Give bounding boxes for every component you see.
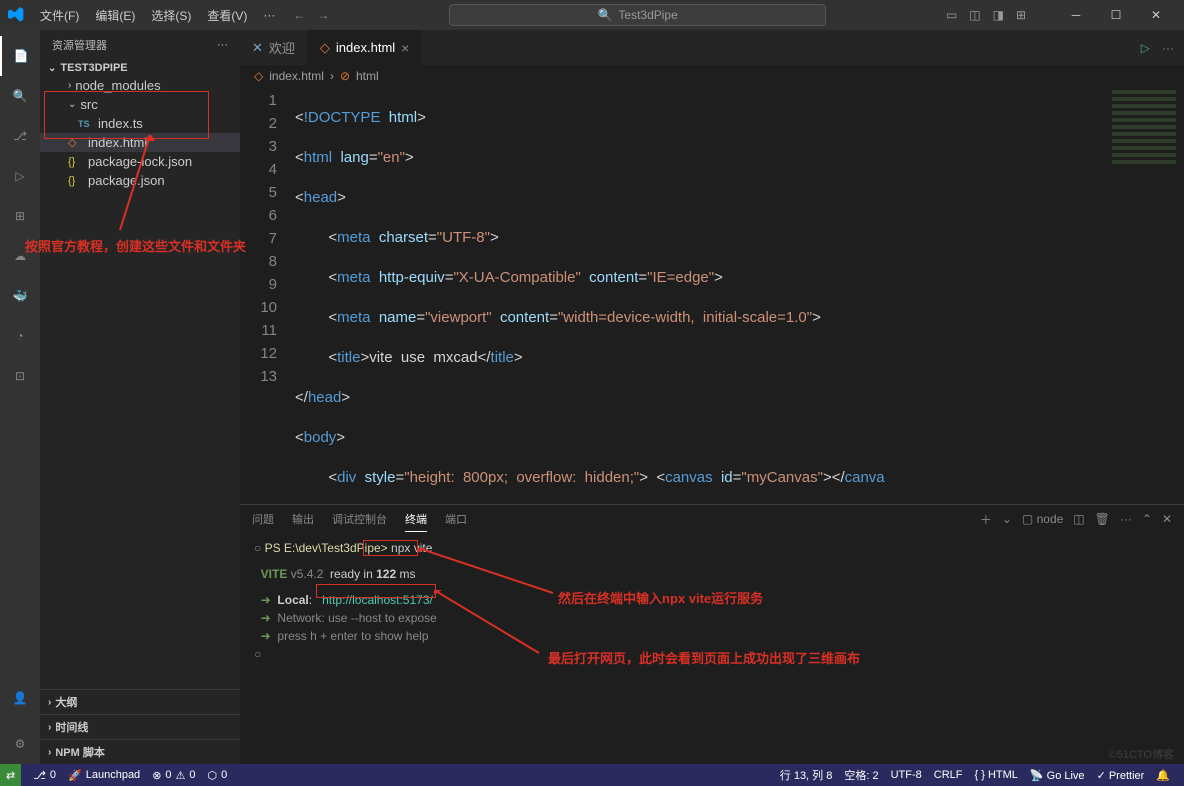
panel-tab-terminal[interactable]: 终端 <box>405 507 427 532</box>
layout-icon-3[interactable]: ◨ <box>993 8 1004 22</box>
code-editor[interactable]: 12345678910111213 <!DOCTYPE html> <html … <box>240 87 1184 504</box>
sb-eol[interactable]: CRLF <box>928 767 969 783</box>
maximize-button[interactable]: ☐ <box>1096 0 1136 30</box>
split-terminal-icon[interactable]: ◫ <box>1073 512 1084 526</box>
sidebar-more-icon[interactable]: ··· <box>217 39 228 51</box>
title-bar: 文件(F) 编辑(E) 选择(S) 查看(V) ··· ← → 🔍Test3dP… <box>0 0 1184 30</box>
play-icon[interactable]: ▷ <box>1141 41 1150 55</box>
sb-position[interactable]: 行 13, 列 8 <box>774 767 839 783</box>
project-header[interactable]: ⌄TEST3DPIPE <box>40 60 240 76</box>
menu-selection[interactable]: 选择(S) <box>143 0 199 30</box>
nav-back[interactable]: ← <box>293 8 305 22</box>
activity-test[interactable]: ◔ <box>0 316 40 356</box>
file-index-html[interactable]: ◇index.html <box>40 133 240 152</box>
panel-tab-ports[interactable]: 端口 <box>445 507 467 531</box>
tab-more-icon[interactable]: ··· <box>1162 41 1174 55</box>
remote-button[interactable]: ⇄ <box>0 764 21 786</box>
trash-icon[interactable]: 🗑 <box>1095 512 1110 526</box>
sb-encoding[interactable]: UTF-8 <box>885 767 928 783</box>
activity-search[interactable]: 🔍 <box>0 76 40 116</box>
menu-more[interactable]: ··· <box>255 0 283 30</box>
menu-edit[interactable]: 编辑(E) <box>87 0 143 30</box>
section-npm[interactable]: ›NPM 脚本 <box>40 739 240 764</box>
close-panel-icon[interactable]: ✕ <box>1162 512 1172 526</box>
activity-scm[interactable]: ⎇ <box>0 116 40 156</box>
file-package-lock[interactable]: {}package-lock.json <box>40 152 240 171</box>
menu-view[interactable]: 查看(V) <box>199 0 255 30</box>
file-node-modules[interactable]: ›node_modules <box>40 76 240 95</box>
sb-launchpad[interactable]: 🚀Launchpad <box>62 769 146 782</box>
activity-other[interactable]: ⊡ <box>0 356 40 396</box>
activity-extensions[interactable]: ⊞ <box>0 196 40 236</box>
activity-run[interactable]: ▷ <box>0 156 40 196</box>
sb-language[interactable]: { } HTML <box>968 767 1023 783</box>
sb-notifications[interactable]: 🔔 <box>1150 767 1176 783</box>
sb-spaces[interactable]: 空格: 2 <box>838 767 884 783</box>
editor-area: ✕欢迎 ◇index.html× ▷ ··· ◇index.html › ⊘ht… <box>240 30 1184 764</box>
sb-ports[interactable]: ⬡0 <box>202 769 234 782</box>
file-index-ts[interactable]: TSindex.ts <box>40 114 240 133</box>
tab-index-html[interactable]: ◇index.html× <box>308 30 422 65</box>
sb-branch[interactable]: ⎇0 <box>27 769 62 782</box>
sb-prettier[interactable]: ✓ Prettier <box>1091 767 1151 783</box>
close-icon[interactable]: × <box>401 40 409 56</box>
sb-errors[interactable]: ⊗0 ⚠0 <box>146 769 201 782</box>
terminal-shell[interactable]: ▢ node <box>1022 512 1063 526</box>
layout-icon-2[interactable]: ◫ <box>969 8 980 22</box>
terminal[interactable]: ○ PS E:\dev\Test3dPipe> npx vite VITE v5… <box>240 533 1184 764</box>
panel-tab-debug[interactable]: 调试控制台 <box>332 507 387 531</box>
maximize-panel-icon[interactable]: ⌃ <box>1142 512 1152 526</box>
activity-docker[interactable]: 🐳 <box>0 276 40 316</box>
search-text: Test3dPipe <box>618 8 677 22</box>
sb-golive[interactable]: 📡 Go Live <box>1024 767 1091 783</box>
gutter: 12345678910111213 <box>240 87 295 504</box>
status-bar: ⇄ ⎇0 🚀Launchpad ⊗0 ⚠0 ⬡0 行 13, 列 8 空格: 2… <box>0 764 1184 786</box>
section-outline[interactable]: ›大纲 <box>40 689 240 714</box>
file-src[interactable]: ⌄src <box>40 95 240 114</box>
editor-tabs: ✕欢迎 ◇index.html× ▷ ··· <box>240 30 1184 65</box>
panel-tab-problems[interactable]: 问题 <box>252 507 274 531</box>
vscode-icon <box>8 7 24 23</box>
activity-bar: 📄 🔍 ⎇ ▷ ⊞ ☁ 🐳 ◔ ⊡ 👤 ⚙ <box>0 30 40 764</box>
activity-explorer[interactable]: 📄 <box>0 36 40 76</box>
activity-account[interactable]: 👤 <box>0 678 40 718</box>
sidebar-title: 资源管理器 <box>52 37 107 53</box>
file-package-json[interactable]: {}package.json <box>40 171 240 190</box>
panel: 问题 输出 调试控制台 终端 端口 ＋⌄ ▢ node ◫ 🗑 ··· ⌃ ✕ … <box>240 504 1184 764</box>
panel-more-icon[interactable]: ··· <box>1120 512 1132 526</box>
watermark: ©51CTO博客 <box>1109 746 1174 762</box>
section-timeline[interactable]: ›时间线 <box>40 714 240 739</box>
sidebar: 资源管理器 ··· ⌄TEST3DPIPE ›node_modules ⌄src… <box>40 30 240 764</box>
activity-settings[interactable]: ⚙ <box>0 724 40 764</box>
code-content[interactable]: <!DOCTYPE html> <html lang="en"> <head> … <box>295 87 1184 504</box>
menu-file[interactable]: 文件(F) <box>32 0 87 30</box>
layout-icon-1[interactable]: ▭ <box>946 8 957 22</box>
layout-icon-4[interactable]: ⊞ <box>1016 8 1026 22</box>
tab-welcome[interactable]: ✕欢迎 <box>240 30 308 65</box>
close-button[interactable]: ✕ <box>1136 0 1176 30</box>
minimap[interactable] <box>1104 87 1184 227</box>
new-terminal-icon[interactable]: ＋ <box>980 511 992 528</box>
activity-remote[interactable]: ☁ <box>0 236 40 276</box>
nav-forward[interactable]: → <box>317 8 329 22</box>
panel-tab-output[interactable]: 输出 <box>292 507 314 531</box>
minimize-button[interactable]: ─ <box>1056 0 1096 30</box>
breadcrumbs[interactable]: ◇index.html › ⊘html <box>240 65 1184 87</box>
command-center[interactable]: 🔍Test3dPipe <box>449 4 826 26</box>
